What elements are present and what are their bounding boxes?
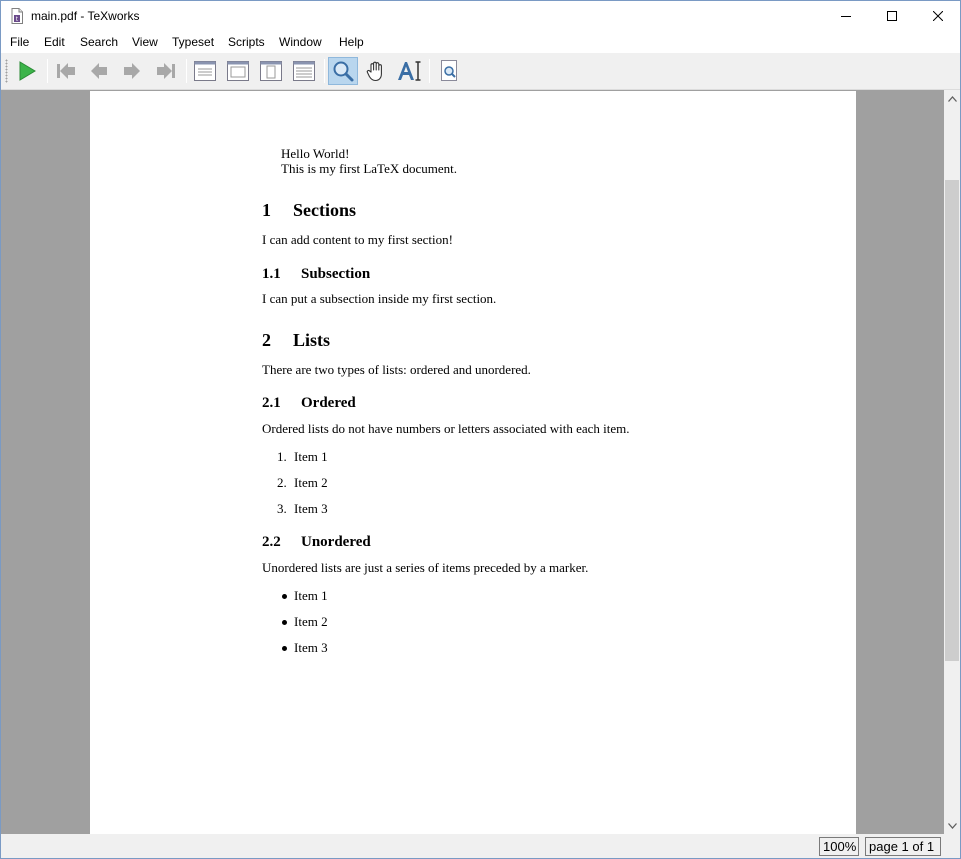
paragraph: There are two types of lists: ordered an…: [262, 362, 531, 377]
subsection-number: 2.1: [262, 395, 281, 411]
next-page-icon: [124, 63, 140, 79]
fit-width-icon: [227, 61, 249, 81]
section-heading: 1 Sections: [262, 200, 356, 221]
toolbar-separator: [429, 59, 430, 83]
intro-line: Hello World!: [281, 146, 350, 161]
scroll-up-button[interactable]: [944, 90, 960, 107]
section-heading: 2 Lists: [262, 330, 330, 351]
subsection-title: Unordered: [301, 534, 371, 550]
subsection-number: 2.2: [262, 534, 281, 550]
close-icon: [933, 11, 943, 21]
bullet-marker: [282, 646, 287, 651]
chevron-down-icon: [947, 822, 957, 829]
list-item: Item 2: [294, 475, 328, 490]
toolbar-separator: [186, 59, 187, 83]
section-title: Lists: [293, 330, 331, 350]
magnify-icon: [333, 61, 354, 82]
menu-bar: File Edit Search View Typeset Scripts Wi…: [1, 32, 960, 53]
menu-window[interactable]: Window: [279, 35, 322, 49]
pdf-document-icon: t: [11, 8, 23, 24]
list-marker: 1.: [277, 449, 287, 464]
toolbar: [1, 53, 960, 90]
list-item: Item 3: [294, 640, 328, 655]
section-title: Sections: [293, 200, 356, 220]
last-page-button[interactable]: [151, 57, 181, 85]
fit-content-icon: [293, 61, 315, 81]
zoom-level[interactable]: 100%: [819, 837, 859, 856]
menu-file[interactable]: File: [10, 35, 29, 49]
close-button[interactable]: [915, 1, 960, 31]
menu-typeset[interactable]: Typeset: [172, 35, 214, 49]
first-page-icon: [57, 63, 75, 79]
actual-size-icon: [194, 61, 216, 81]
intro-line: This is my first LaTeX document.: [281, 161, 458, 176]
pdf-page: Hello World! This is my first LaTeX docu…: [90, 91, 856, 834]
status-bar: 100% page 1 of 1: [1, 834, 960, 858]
texworks-window: t main.pdf - TeXworks File Edit Search V…: [0, 0, 961, 859]
subsection-title: Subsection: [301, 266, 371, 282]
bullet-marker: [282, 620, 287, 625]
subsection-heading: 2.1 Ordered: [262, 395, 356, 412]
actual-size-button[interactable]: [190, 57, 220, 85]
toolbar-separator: [324, 59, 325, 83]
scroll-hand-icon: [366, 61, 382, 82]
list-item: Item 1: [294, 588, 328, 603]
go-to-source-icon: [441, 60, 457, 81]
subsection-heading: 1.1 Subsection: [262, 266, 370, 283]
chevron-up-icon: [947, 95, 957, 102]
maximize-button[interactable]: [869, 1, 915, 31]
magnify-button[interactable]: [328, 57, 358, 85]
typeset-button[interactable]: [12, 57, 42, 85]
fit-page-button[interactable]: [256, 57, 286, 85]
scrollbar-thumb[interactable]: [945, 180, 959, 661]
menu-search[interactable]: Search: [80, 35, 118, 49]
select-text-icon: [398, 61, 421, 81]
minimize-icon: [841, 16, 851, 17]
subsection-number: 1.1: [262, 266, 281, 282]
fit-page-icon: [260, 61, 282, 81]
first-page-button[interactable]: [51, 57, 81, 85]
paragraph: Unordered lists are just a series of ite…: [262, 560, 589, 575]
pdf-viewer[interactable]: Hello World! This is my first LaTeX docu…: [1, 90, 944, 834]
list-marker: 2.: [277, 475, 287, 490]
list-item: Item 1: [294, 449, 328, 464]
subsection-title: Ordered: [301, 395, 356, 411]
previous-page-icon: [91, 63, 107, 79]
page-indicator[interactable]: page 1 of 1: [865, 837, 941, 856]
scroll-down-button[interactable]: [944, 817, 960, 834]
last-page-icon: [157, 63, 175, 79]
paragraph: Ordered lists do not have numbers or let…: [262, 421, 630, 436]
menu-view[interactable]: View: [132, 35, 158, 49]
typeset-icon: [19, 61, 36, 81]
window-title: main.pdf - TeXworks: [31, 9, 140, 23]
paragraph: I can add content to my first section!: [262, 232, 453, 247]
section-number: 2: [262, 330, 271, 350]
menu-scripts[interactable]: Scripts: [228, 35, 265, 49]
list-item: Item 3: [294, 501, 328, 516]
section-number: 1: [262, 200, 271, 220]
maximize-icon: [887, 11, 897, 21]
minimize-button[interactable]: [823, 1, 869, 31]
select-text-button[interactable]: [394, 57, 424, 85]
vertical-scrollbar[interactable]: [944, 90, 960, 834]
menu-edit[interactable]: Edit: [44, 35, 65, 49]
toolbar-grip[interactable]: [5, 59, 8, 83]
fit-width-button[interactable]: [223, 57, 253, 85]
previous-page-button[interactable]: [84, 57, 114, 85]
fit-content-button[interactable]: [289, 57, 319, 85]
paragraph: I can put a subsection inside my first s…: [262, 291, 497, 306]
subsection-heading: 2.2 Unordered: [262, 534, 371, 551]
next-page-button[interactable]: [117, 57, 147, 85]
menu-help[interactable]: Help: [339, 35, 364, 49]
list-item: Item 2: [294, 614, 328, 629]
scroll-hand-button[interactable]: [361, 57, 391, 85]
toolbar-separator: [47, 59, 48, 83]
bullet-marker: [282, 594, 287, 599]
title-bar: t main.pdf - TeXworks: [1, 1, 960, 32]
list-marker: 3.: [277, 501, 287, 516]
go-to-source-button[interactable]: [434, 57, 464, 85]
